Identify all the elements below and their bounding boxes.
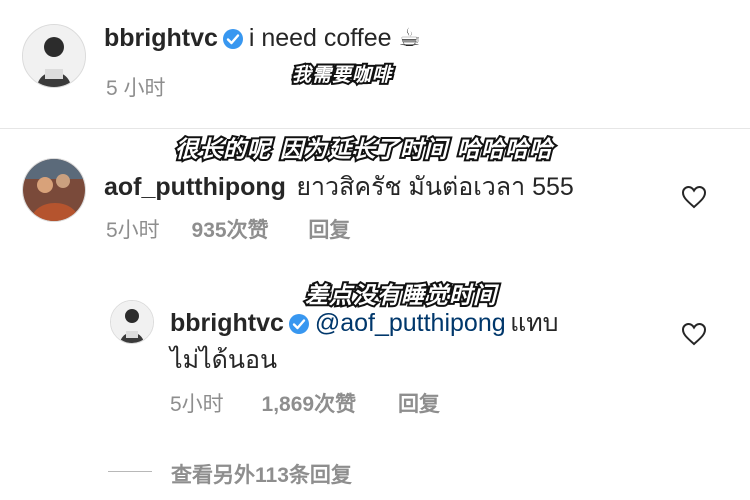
subtitle-overlay: 我需要咖啡 xyxy=(290,62,393,88)
view-more-replies-button[interactable]: 查看另外113条回复 xyxy=(171,459,352,489)
caption-text: i need coffee ☕ xyxy=(248,24,421,52)
comment-text: แทบ xyxy=(510,309,559,337)
avatar-photo-icon xyxy=(23,25,85,87)
avatar[interactable] xyxy=(22,24,86,88)
username[interactable]: bbrightvc xyxy=(104,24,218,52)
username[interactable]: aof_putthipong xyxy=(104,173,286,201)
avatar[interactable] xyxy=(22,158,86,222)
view-replies-line xyxy=(108,471,152,472)
like-count[interactable]: 935次赞 xyxy=(192,219,269,242)
avatar-photo-icon xyxy=(23,159,85,221)
timestamp: 5小时 xyxy=(170,393,224,416)
reply-button[interactable]: 回复 xyxy=(308,219,350,242)
comment-text: ยาวสิครัช มันต่อเวลา 555 xyxy=(296,173,574,201)
timestamp: 5 小时 xyxy=(106,77,166,100)
like-heart-icon[interactable] xyxy=(681,185,707,214)
verified-badge-icon xyxy=(222,28,244,55)
avatar[interactable] xyxy=(110,300,154,344)
comment-text-continued: ไม่ได้นอน xyxy=(170,346,278,374)
subtitle-overlay: 很长的呢 因为延长了时间 哈哈哈哈 xyxy=(173,135,554,165)
reply-button[interactable]: 回复 xyxy=(398,393,440,416)
like-heart-icon[interactable] xyxy=(681,322,707,351)
like-count[interactable]: 1,869次赞 xyxy=(262,393,357,416)
mention-link[interactable]: @aof_putthipong xyxy=(315,309,506,337)
username[interactable]: bbrightvc xyxy=(170,309,284,337)
timestamp: 5小时 xyxy=(106,219,160,242)
verified-badge-icon xyxy=(288,313,310,340)
divider xyxy=(0,128,750,129)
avatar-photo-icon xyxy=(111,301,153,343)
